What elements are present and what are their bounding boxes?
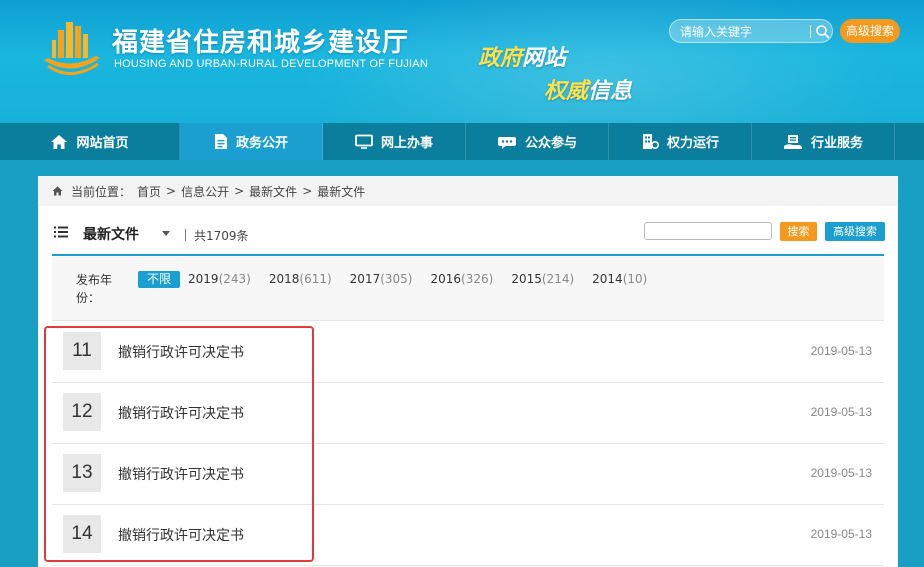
header-search-input[interactable] xyxy=(680,23,808,41)
slogan-line-1: 政府网站 xyxy=(478,40,566,72)
header-advanced-search-button[interactable]: 高级搜索 xyxy=(840,19,900,43)
list-search-button[interactable]: 搜索 xyxy=(780,222,817,241)
search-icon[interactable] xyxy=(814,23,831,40)
year-chip-label: 不限 xyxy=(147,272,172,286)
content-panel: 当前位置： 首页 > 信息公开 > 最新文件 > 最新文件 最新文件 共1709… xyxy=(38,176,898,567)
item-date: 2019-05-13 xyxy=(810,527,872,541)
document-list: 11 撤销行政许可决定书 2019-05-13 12 撤销行政许可决定书 201… xyxy=(52,322,884,566)
breadcrumb-link-latest-files[interactable]: 最新文件 xyxy=(249,183,297,200)
year-chip-label: 2015 xyxy=(511,272,542,286)
slogan-line-2: 权威信息 xyxy=(544,73,632,105)
item-title-link[interactable]: 撤销行政许可决定书 xyxy=(118,525,244,545)
year-chip-count: (611) xyxy=(299,272,332,286)
list-icon xyxy=(54,226,68,238)
item-title-link[interactable]: 撤销行政许可决定书 xyxy=(118,464,244,484)
logo-icon[interactable] xyxy=(38,16,104,78)
year-chip-label: 2014 xyxy=(592,272,623,286)
year-chip-2016[interactable]: 2016(326) xyxy=(431,271,494,288)
list-advanced-search-button[interactable]: 高级搜索 xyxy=(825,222,885,241)
item-date: 2019-05-13 xyxy=(810,344,872,358)
year-chip-label: 2019 xyxy=(188,272,219,286)
breadcrumb-separator: > xyxy=(234,184,245,198)
year-chip-count: (326) xyxy=(461,272,494,286)
slogan-line-2-yellow: 权威 xyxy=(544,79,589,104)
year-chip-count: (214) xyxy=(541,272,575,286)
monitor-icon xyxy=(355,134,373,149)
year-chip-label: 2018 xyxy=(268,272,300,286)
total-count: 共1709条 xyxy=(194,229,249,243)
year-chip-2015[interactable]: 2015(214) xyxy=(511,271,574,288)
nav-label-industry-services: 行业服务 xyxy=(810,136,863,151)
count-divider xyxy=(185,229,186,241)
nav-item-power-operation[interactable]: 权力运行 xyxy=(609,123,752,160)
nav-item-home[interactable]: 网站首页 xyxy=(0,123,180,160)
nav-label-online-services: 网上办事 xyxy=(380,136,433,151)
breadcrumb-separator: > xyxy=(166,184,177,198)
nav-label-public-participation: 公众参与 xyxy=(524,136,577,151)
year-chip-2017[interactable]: 2017(305) xyxy=(350,271,413,288)
year-chip-2014[interactable]: 2014(10) xyxy=(592,271,647,288)
breadcrumb: 当前位置： 首页 > 信息公开 > 最新文件 > 最新文件 xyxy=(38,176,898,206)
year-filter: 发布年份： 不限 2019(243) 2018(611) 2017(305) 2… xyxy=(52,257,884,321)
site-title: 福建省住房和城乡建设厅 xyxy=(112,28,410,58)
site-header: 福建省住房和城乡建设厅 HOUSING AND URBAN-RURAL DEVE… xyxy=(0,0,924,123)
year-chip-2018[interactable]: 2018(611) xyxy=(269,271,332,288)
item-number: 11 xyxy=(63,332,101,370)
year-chips: 不限 2019(243) 2018(611) 2017(305) 2016(32… xyxy=(138,271,665,288)
item-number: 14 xyxy=(63,515,101,553)
year-chip-count: (243) xyxy=(218,272,251,286)
nav-item-online-services[interactable]: 网上办事 xyxy=(323,123,466,160)
breadcrumb-current[interactable]: 最新文件 xyxy=(317,183,365,200)
year-chip-all[interactable]: 不限 xyxy=(138,271,181,288)
nav-item-industry-services[interactable]: 行业服务 xyxy=(752,123,895,160)
breadcrumb-link-home[interactable]: 首页 xyxy=(137,183,161,200)
year-chip-2019[interactable]: 2019(243) xyxy=(188,271,251,288)
year-chip-count: (305) xyxy=(380,272,413,286)
nav-item-public-participation[interactable]: 公众参与 xyxy=(466,123,609,160)
search-divider xyxy=(810,25,811,38)
breadcrumb-prefix: 当前位置： xyxy=(71,184,132,199)
breadcrumb-home-icon xyxy=(52,186,63,196)
item-title-link[interactable]: 撤销行政许可决定书 xyxy=(118,403,244,423)
main-nav: 网站首页 政务公开 网上办事 公众参与 权力运行 行业服务 xyxy=(0,123,924,160)
item-number: 12 xyxy=(63,393,101,431)
item-date: 2019-05-13 xyxy=(810,405,872,419)
list-item[interactable]: 12 撤销行政许可决定书 2019-05-13 xyxy=(52,383,884,444)
list-title-dropdown[interactable]: 最新文件 xyxy=(83,224,139,244)
home-icon xyxy=(51,134,68,149)
item-date: 2019-05-13 xyxy=(810,466,872,480)
nav-label-home: 网站首页 xyxy=(76,136,129,151)
nav-label-government-affairs: 政务公开 xyxy=(235,136,288,151)
list-item[interactable]: 14 撤销行政许可决定书 2019-05-13 xyxy=(52,505,884,566)
site-subtitle: HOUSING AND URBAN-RURAL DEVELOPMENT OF F… xyxy=(114,58,428,70)
breadcrumb-separator: > xyxy=(302,184,313,198)
header-search-box xyxy=(669,19,833,43)
list-header: 最新文件 共1709条 搜索 高级搜索 xyxy=(52,220,885,256)
document-icon xyxy=(214,134,227,149)
year-chip-count: (10) xyxy=(622,272,648,286)
item-title-link[interactable]: 撤销行政许可决定书 xyxy=(118,342,244,362)
list-item[interactable]: 11 撤销行政许可决定书 2019-05-13 xyxy=(52,322,884,383)
chevron-down-icon[interactable] xyxy=(162,231,170,236)
year-chip-label: 2017 xyxy=(349,272,381,286)
nav-item-government-affairs[interactable]: 政务公开 xyxy=(180,123,323,160)
nav-label-power-operation: 权力运行 xyxy=(666,136,719,151)
slogan-line-1-yellow: 政府 xyxy=(478,46,523,71)
service-icon xyxy=(783,134,802,149)
list-item[interactable]: 13 撤销行政许可决定书 2019-05-13 xyxy=(52,444,884,505)
slogan-line-2-white: 信息 xyxy=(588,79,633,104)
slogan-line-1-white: 网站 xyxy=(522,46,567,71)
chat-icon xyxy=(497,136,516,149)
building-icon xyxy=(642,134,659,149)
breadcrumb-link-info-disclosure[interactable]: 信息公开 xyxy=(181,183,229,200)
year-filter-label: 发布年份： xyxy=(76,273,113,305)
list-search-input[interactable] xyxy=(644,222,772,240)
item-number: 13 xyxy=(63,454,101,492)
year-chip-label: 2016 xyxy=(430,272,462,286)
